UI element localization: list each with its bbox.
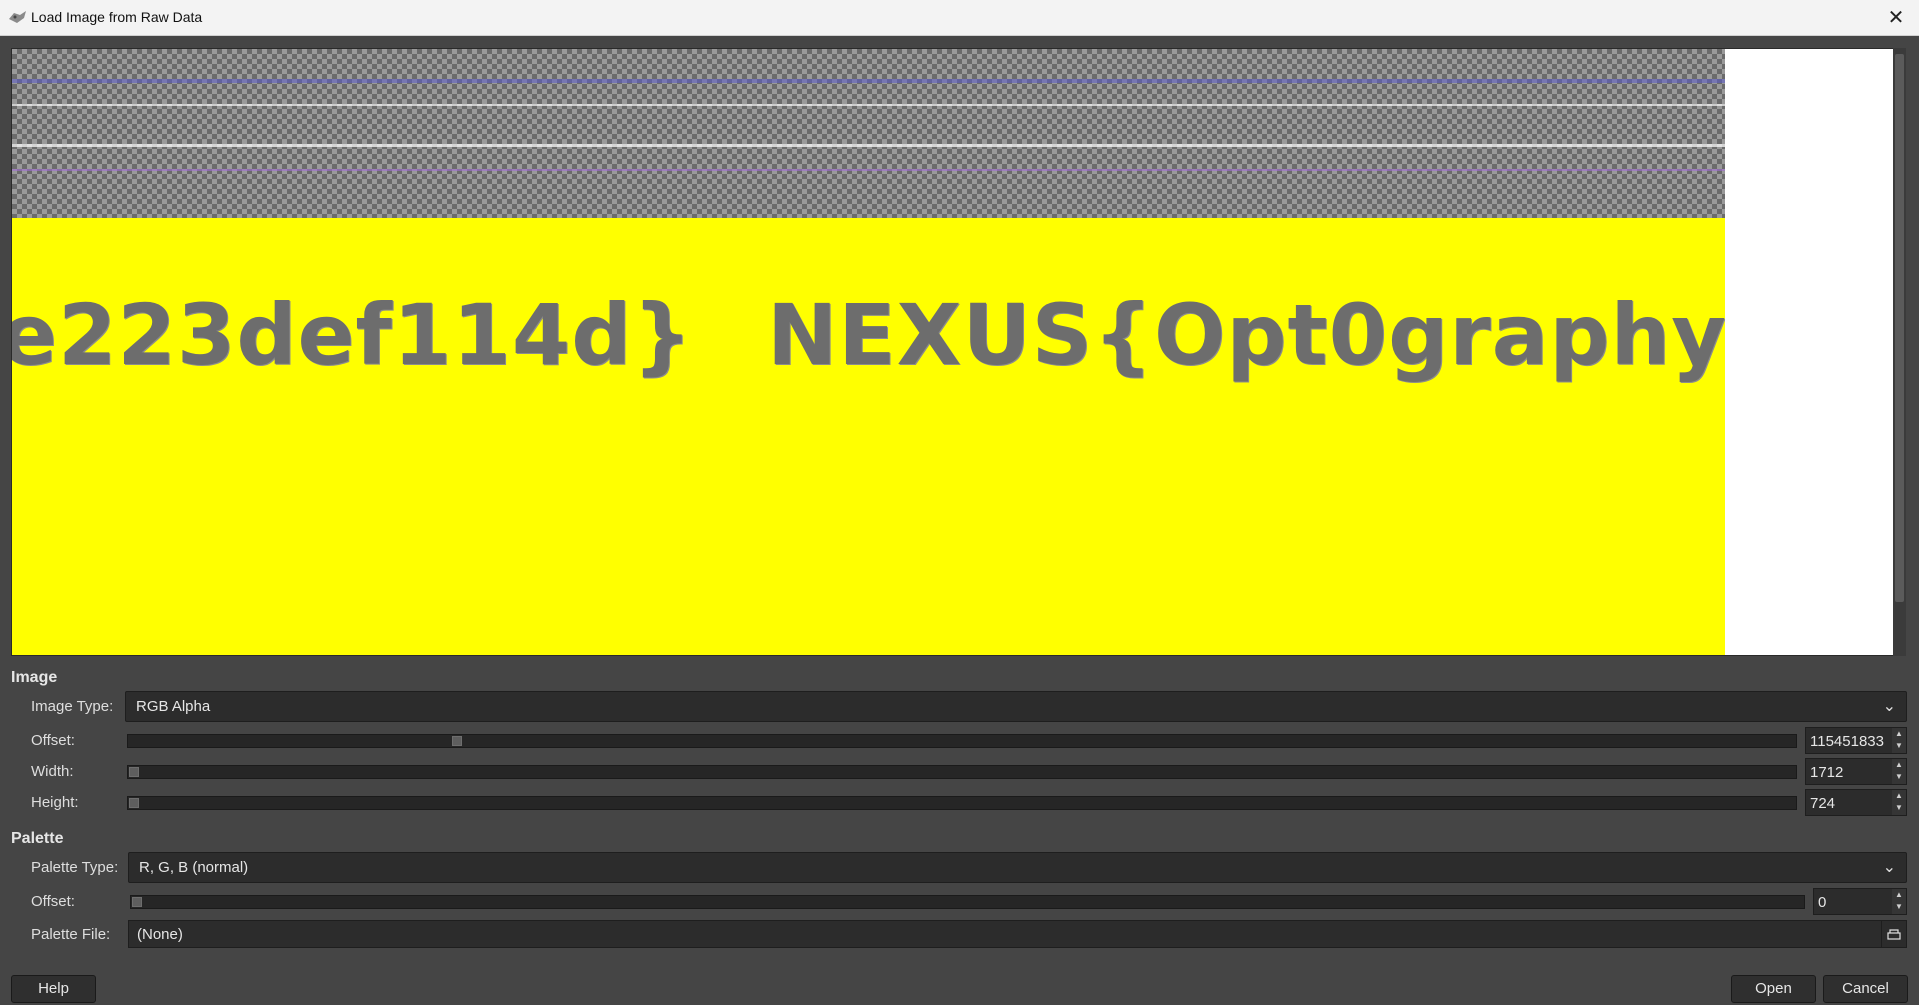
offset-slider-handle[interactable] xyxy=(452,736,462,746)
increment-icon[interactable]: ▲ xyxy=(1892,759,1906,771)
offset-spin-arrows[interactable]: ▲ ▼ xyxy=(1892,728,1906,753)
height-value: 724 xyxy=(1810,795,1836,812)
palette-type-select[interactable]: R, G, B (normal) ⌄ xyxy=(128,852,1907,883)
offset-value: 115451833 xyxy=(1810,733,1884,750)
raw-data-preview: e223def114d} NEXUS{Opt0graphy_00fe xyxy=(11,48,1894,656)
preview-blank-region xyxy=(1725,49,1893,655)
chevron-down-icon: ⌄ xyxy=(1882,698,1896,715)
image-type-value: RGB Alpha xyxy=(136,698,211,715)
palette-type-value: R, G, B (normal) xyxy=(139,859,249,876)
palette-type-label: Palette Type: xyxy=(31,859,119,876)
palette-file-label: Palette File: xyxy=(31,926,111,943)
increment-icon[interactable]: ▲ xyxy=(1892,728,1906,740)
width-value: 1712 xyxy=(1810,764,1844,781)
offset-spinbox[interactable]: 115451833 ▲ ▼ xyxy=(1805,727,1907,754)
palette-offset-label: Offset: xyxy=(31,893,75,910)
chevron-down-icon: ⌄ xyxy=(1882,859,1896,876)
cancel-button[interactable]: Cancel xyxy=(1823,975,1908,1003)
palette-offset-spin-arrows[interactable]: ▲ ▼ xyxy=(1892,889,1906,914)
decrement-icon[interactable]: ▼ xyxy=(1892,740,1906,752)
palette-file-chooser[interactable]: (None) xyxy=(128,920,1907,948)
width-spinbox[interactable]: 1712 ▲ ▼ xyxy=(1805,758,1907,785)
window-title: Load Image from Raw Data xyxy=(31,9,203,25)
open-file-icon[interactable] xyxy=(1881,921,1906,947)
height-spinbox[interactable]: 724 ▲ ▼ xyxy=(1805,789,1907,816)
preview-scrollbar[interactable] xyxy=(1893,48,1906,656)
preview-flag-text-left: e223def114d} xyxy=(11,286,694,384)
image-section-heading: Image xyxy=(11,669,58,686)
height-spin-arrows[interactable]: ▲ ▼ xyxy=(1892,790,1906,815)
increment-icon[interactable]: ▲ xyxy=(1892,889,1906,901)
width-label: Width: xyxy=(31,763,74,780)
palette-offset-spinbox[interactable]: 0 ▲ ▼ xyxy=(1813,888,1907,915)
preview-noise-stripes xyxy=(12,49,1725,218)
palette-offset-slider-handle[interactable] xyxy=(132,897,142,907)
increment-icon[interactable]: ▲ xyxy=(1892,790,1906,802)
preview-scrollbar-thumb[interactable] xyxy=(1895,54,1904,602)
title-bar: Load Image from Raw Data ✕ xyxy=(0,0,1919,36)
offset-label: Offset: xyxy=(31,732,75,749)
decrement-icon[interactable]: ▼ xyxy=(1892,901,1906,913)
palette-file-value: (None) xyxy=(137,926,183,943)
preview-yellow-region: e223def114d} NEXUS{Opt0graphy_00fe xyxy=(12,218,1725,655)
height-slider[interactable] xyxy=(127,796,1797,810)
width-spin-arrows[interactable]: ▲ ▼ xyxy=(1892,759,1906,784)
image-type-label: Image Type: xyxy=(31,698,114,715)
height-label: Height: xyxy=(31,794,79,811)
image-type-select[interactable]: RGB Alpha ⌄ xyxy=(125,691,1907,722)
offset-slider[interactable] xyxy=(127,734,1797,748)
width-slider[interactable] xyxy=(127,765,1797,779)
close-icon[interactable]: ✕ xyxy=(1873,0,1919,35)
preview-flag-text-right: NEXUS{Opt0graphy_00fe xyxy=(767,286,1725,384)
palette-section-heading: Palette xyxy=(11,830,64,847)
gimp-app-icon xyxy=(9,11,26,23)
help-button[interactable]: Help xyxy=(11,975,96,1003)
decrement-icon[interactable]: ▼ xyxy=(1892,802,1906,814)
decrement-icon[interactable]: ▼ xyxy=(1892,771,1906,783)
palette-offset-slider[interactable] xyxy=(130,895,1805,909)
height-slider-handle[interactable] xyxy=(129,798,139,808)
width-slider-handle[interactable] xyxy=(129,767,139,777)
open-button[interactable]: Open xyxy=(1731,975,1816,1003)
palette-offset-value: 0 xyxy=(1818,894,1827,911)
